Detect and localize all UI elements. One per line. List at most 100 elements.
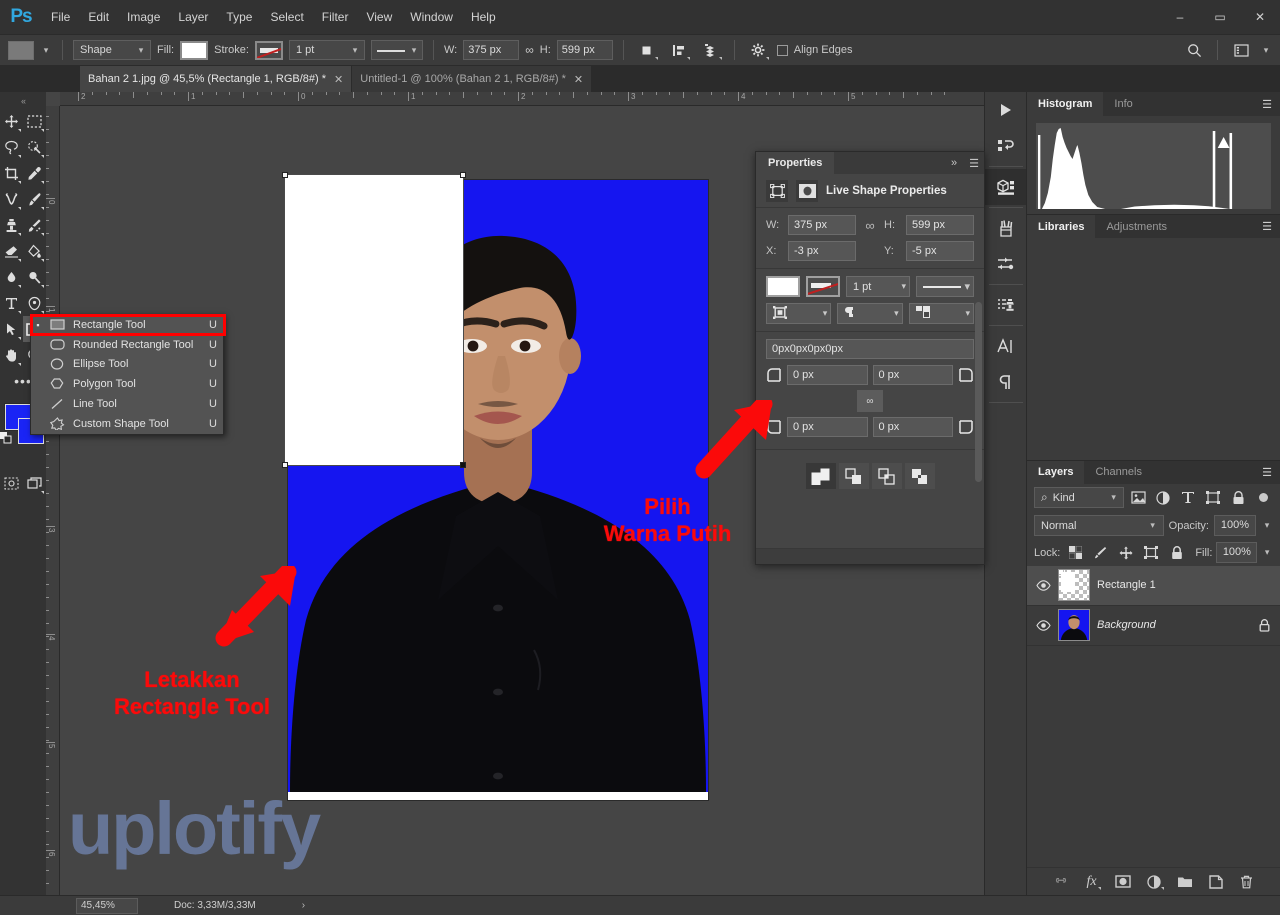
- layer-style-icon[interactable]: fx: [1083, 872, 1101, 892]
- libraries-panel-menu-icon[interactable]: ☰: [1254, 215, 1280, 238]
- flyout-item-line-tool[interactable]: Line Tool U: [31, 394, 223, 414]
- horizontal-ruler[interactable]: 2 1 0 1 2 3 4 5: [60, 92, 984, 106]
- menu-layer[interactable]: Layer: [169, 5, 217, 29]
- properties-panel[interactable]: Properties » ☰ Live Shape Properties W: …: [755, 151, 985, 565]
- shape-handle-tl[interactable]: [282, 172, 288, 178]
- layer-thumbnail[interactable]: [1058, 569, 1090, 601]
- menu-filter[interactable]: Filter: [313, 5, 358, 29]
- menu-select[interactable]: Select: [261, 5, 312, 29]
- tool-preset-chevron-down-icon[interactable]: ▾: [40, 45, 52, 56]
- flyout-item-rectangle-tool[interactable]: ▪ Rectangle Tool U: [31, 315, 223, 335]
- stroke-color-swatch[interactable]: [254, 40, 283, 60]
- opacity-chevron-down-icon[interactable]: ▾: [1261, 520, 1273, 531]
- pixel-filter-icon[interactable]: [1129, 487, 1149, 508]
- subtract-front-shape-button[interactable]: [838, 463, 869, 489]
- layer-row-rectangle-1[interactable]: Rectangle 1: [1027, 565, 1280, 606]
- stroke-align-select[interactable]: ▾: [766, 303, 832, 324]
- stroke-width-select[interactable]: 1 pt ▾: [846, 276, 910, 297]
- eraser-tool[interactable]: [0, 238, 23, 264]
- height-input[interactable]: 599 px: [556, 40, 613, 60]
- zoom-level-input[interactable]: 45,45%: [76, 897, 138, 914]
- new-group-icon[interactable]: [1176, 872, 1194, 892]
- blend-mode-select[interactable]: Normal ▾: [1034, 515, 1164, 536]
- fill-color-swatch[interactable]: [180, 40, 209, 60]
- lock-transparent-pixels-icon[interactable]: [1064, 542, 1085, 563]
- tab-layers[interactable]: Layers: [1027, 460, 1085, 484]
- combine-shapes-button[interactable]: [805, 463, 836, 489]
- workspace-switcher-icon[interactable]: [1228, 39, 1254, 61]
- layer-name[interactable]: Background: [1097, 619, 1249, 631]
- corner-radius-summary-input[interactable]: 0px0px0px0px: [766, 339, 974, 359]
- lock-all-icon[interactable]: [1166, 542, 1187, 563]
- screen-mode-icon[interactable]: [23, 470, 46, 496]
- intersect-shape-areas-button[interactable]: [871, 463, 902, 489]
- properties-scrollbar[interactable]: [975, 302, 982, 482]
- tab-bahan-2-1[interactable]: Bahan 2 1.jpg @ 45,5% (Rectangle 1, RGB/…: [80, 66, 353, 92]
- stroke-corner-select[interactable]: ▾: [908, 303, 974, 324]
- link-layers-icon[interactable]: [1052, 872, 1070, 892]
- shape-tool-flyout-menu[interactable]: ▪ Rectangle Tool U Rounded Rectangle Too…: [30, 314, 226, 435]
- clone-source-icon[interactable]: [985, 287, 1027, 323]
- filter-toggle-icon[interactable]: [1253, 487, 1273, 508]
- tab-channels[interactable]: Channels: [1084, 460, 1153, 484]
- lock-position-icon[interactable]: [1115, 542, 1136, 563]
- corner-bottom-left-input[interactable]: 0 px: [787, 417, 868, 437]
- layer-row-background[interactable]: Background: [1027, 606, 1280, 646]
- layer-name[interactable]: Rectangle 1: [1097, 579, 1272, 591]
- flyout-item-rounded-rectangle-tool[interactable]: Rounded Rectangle Tool U: [31, 335, 223, 355]
- menu-file[interactable]: File: [42, 5, 79, 29]
- shape-handle-br[interactable]: [460, 462, 466, 468]
- libraries-panel-body[interactable]: [1027, 238, 1280, 460]
- properties-panel-menu-icon[interactable]: ☰: [964, 152, 984, 174]
- quick-selection-tool[interactable]: [23, 134, 46, 160]
- menu-image[interactable]: Image: [118, 5, 169, 29]
- clone-stamp-tool[interactable]: [0, 212, 23, 238]
- lasso-tool[interactable]: [0, 134, 23, 160]
- menu-type[interactable]: Type: [217, 5, 261, 29]
- corner-bottom-right-input[interactable]: 0 px: [872, 417, 953, 437]
- dodge-tool[interactable]: [23, 264, 46, 290]
- new-fill-adjustment-icon[interactable]: [1145, 872, 1164, 892]
- character-icon[interactable]: [985, 328, 1027, 364]
- workspace-chevron-down-icon[interactable]: ▾: [1260, 45, 1272, 56]
- y-input[interactable]: -5 px: [906, 241, 974, 261]
- gear-icon[interactable]: [745, 39, 771, 61]
- lock-icon[interactable]: [1256, 618, 1272, 632]
- tab-info[interactable]: Info: [1103, 92, 1144, 116]
- default-colors-icon[interactable]: [0, 432, 13, 448]
- 3d-panel-icon[interactable]: [984, 169, 1027, 205]
- smart-object-filter-icon[interactable]: [1228, 487, 1248, 508]
- path-arrangement-icon[interactable]: [698, 39, 724, 61]
- stroke-cap-select[interactable]: ▾: [837, 303, 903, 324]
- new-layer-icon[interactable]: [1207, 872, 1225, 892]
- tab-properties[interactable]: Properties: [756, 152, 835, 174]
- stroke-style-picker[interactable]: ▾: [370, 40, 423, 60]
- link-corner-radii-button[interactable]: ∞: [857, 390, 883, 412]
- corner-top-left-input[interactable]: 0 px: [787, 365, 868, 385]
- menu-view[interactable]: View: [357, 5, 401, 29]
- exclude-overlapping-shapes-button[interactable]: [904, 463, 935, 489]
- flyout-item-custom-shape-tool[interactable]: Custom Shape Tool U: [31, 414, 223, 434]
- shape-handle-bl[interactable]: [282, 462, 288, 468]
- corner-top-right-input[interactable]: 0 px: [872, 365, 953, 385]
- lock-artboard-nesting-icon[interactable]: [1141, 542, 1162, 563]
- tool-preset-picker[interactable]: [8, 40, 34, 60]
- link-dimensions-icon[interactable]: ∞: [862, 218, 878, 233]
- layer-mask-icon[interactable]: [1114, 872, 1132, 892]
- adjustment-filter-icon[interactable]: [1154, 487, 1174, 508]
- close-icon[interactable]: ✕: [574, 73, 583, 86]
- brushes-icon[interactable]: [985, 210, 1027, 246]
- type-tool[interactable]: [0, 290, 23, 316]
- width-input[interactable]: 375 px: [463, 40, 520, 60]
- brush-tool[interactable]: [23, 186, 46, 212]
- gradient-tool[interactable]: [23, 238, 46, 264]
- move-tool[interactable]: [0, 108, 23, 134]
- flyout-item-polygon-tool[interactable]: Polygon Tool U: [31, 374, 223, 394]
- quick-mask-mode-icon[interactable]: [0, 470, 23, 496]
- search-icon[interactable]: [1181, 39, 1207, 61]
- eyedropper-tool[interactable]: [23, 160, 46, 186]
- flyout-item-ellipse-tool[interactable]: Ellipse Tool U: [31, 355, 223, 375]
- stroke-width-select[interactable]: 1 pt ▾: [288, 40, 365, 60]
- histogram-panel-menu-icon[interactable]: ☰: [1254, 92, 1280, 116]
- toolbar-grip[interactable]: ‹‹: [21, 96, 26, 106]
